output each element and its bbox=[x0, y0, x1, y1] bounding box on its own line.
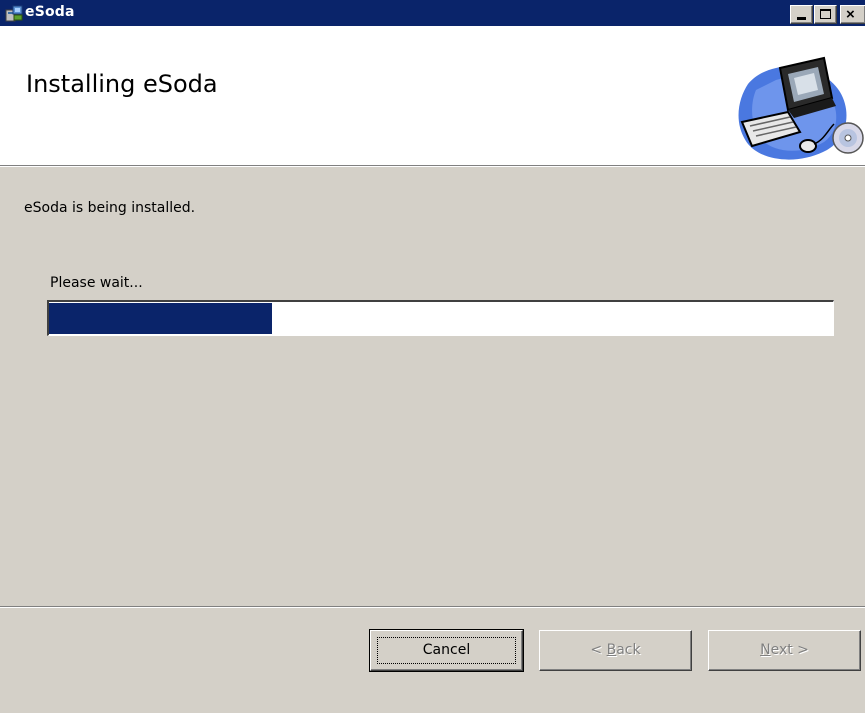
window-title: eSoda bbox=[25, 4, 75, 20]
computer-with-cd-icon bbox=[738, 56, 864, 160]
installer-icon bbox=[5, 5, 23, 22]
back-rest: ack bbox=[616, 642, 641, 658]
next-rest: ext > bbox=[770, 642, 809, 658]
cancel-button[interactable]: Cancel bbox=[369, 629, 524, 672]
maximize-button[interactable] bbox=[814, 5, 837, 24]
title-bar[interactable]: eSoda × bbox=[0, 0, 865, 26]
back-mnemonic: B bbox=[606, 642, 617, 658]
cancel-label: Cancel bbox=[422, 642, 471, 658]
status-text: eSoda is being installed. bbox=[24, 200, 196, 216]
back-button[interactable]: < Back bbox=[539, 630, 692, 671]
progress-fill bbox=[49, 303, 272, 334]
close-icon: × bbox=[846, 6, 855, 23]
footer-divider bbox=[0, 606, 865, 608]
installer-header: Installing eSoda bbox=[0, 26, 865, 167]
next-button[interactable]: Next > bbox=[708, 630, 861, 671]
maximize-icon bbox=[820, 9, 831, 19]
install-progress-bar bbox=[47, 300, 834, 336]
wait-label: Please wait... bbox=[50, 275, 143, 291]
page-title: Installing eSoda bbox=[26, 70, 218, 98]
next-mnemonic: N bbox=[760, 642, 771, 658]
minimize-icon bbox=[797, 17, 806, 20]
back-prefix: < bbox=[590, 642, 607, 658]
minimize-button[interactable] bbox=[790, 5, 813, 24]
close-button[interactable]: × bbox=[840, 5, 865, 24]
